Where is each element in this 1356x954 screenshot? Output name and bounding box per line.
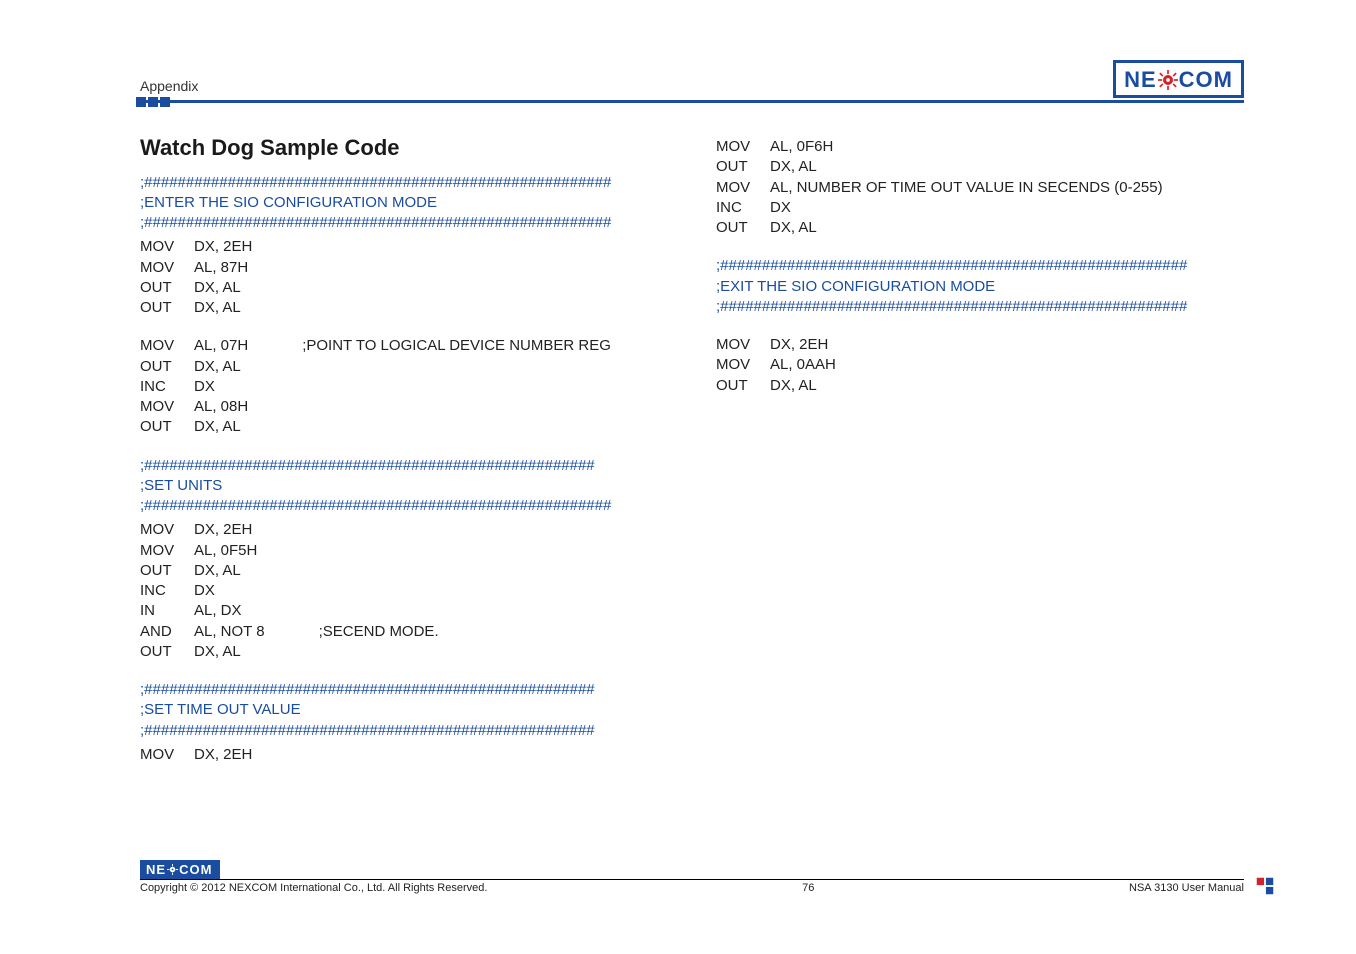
nexcom-logo-footer: NE COM [140,860,220,879]
code-line: OUTDX, AL [140,278,668,298]
code-line: INCDX [140,377,668,397]
footer: NE COM Copyright © 2012 NEXCOM Internati… [140,860,1244,895]
code-line: MOVAL, 0AAH [716,355,1244,375]
hash-line: ;#######################################… [140,721,668,741]
code-line: OUTDX, AL [716,157,1244,177]
code-block-2: MOVAL, 07H;POINT TO LOGICAL DEVICE NUMBE… [140,336,668,437]
page: Appendix NE COM [0,0,1356,954]
hash-line: ;#######################################… [140,213,668,233]
code-block-1: MOVDX, 2EH MOVAL, 87H OUTDX, AL OUTDX, A… [140,237,668,318]
manual-label: NSA 3130 User Manual [1129,882,1244,894]
corner-mark-icon [1254,875,1276,897]
code-line: INCDX [140,581,668,601]
footer-rule [140,879,1244,880]
code-line: MOVDX, 2EH [140,745,668,765]
nexcom-logo-top: NE COM [1113,60,1244,98]
code-line: MOVAL, 07H;POINT TO LOGICAL DEVICE NUMBE… [140,336,668,356]
appendix-label: Appendix [140,78,198,94]
copyright-text: Copyright © 2012 NEXCOM International Co… [140,882,487,894]
code-line: OUTDX, AL [140,298,668,318]
left-column: Watch Dog Sample Code ;#################… [140,133,668,783]
page-number: 76 [802,882,814,894]
gear-icon [1158,70,1178,90]
code-line: OUTDX, AL [140,642,668,662]
logo-com: COM [1179,67,1233,93]
code-line: ANDAL, NOT 8;SECEND MODE. [140,622,668,642]
section-units: ;SET UNITS [140,476,668,496]
code-line: OUTDX, AL [716,218,1244,238]
code-block-6: MOVDX, 2EH MOVAL, 0AAH OUTDX, AL [716,335,1244,396]
content: Watch Dog Sample Code ;#################… [140,133,1244,783]
code-line: OUTDX, AL [716,376,1244,396]
hash-line: ;#######################################… [140,680,668,700]
code-line: OUTDX, AL [140,417,668,437]
code-line: MOVDX, 2EH [140,237,668,257]
header: Appendix NE COM [140,60,1244,98]
code-block-5: MOVAL, 0F6H OUTDX, AL MOVAL, NUMBER OF T… [716,137,1244,238]
logo-ne: NE [146,862,166,877]
code-line: MOVAL, 08H [140,397,668,417]
section-title: Watch Dog Sample Code [140,133,668,163]
code-block-3: MOVDX, 2EH MOVAL, 0F5H OUTDX, AL INCDX I… [140,520,668,662]
hash-line: ;#######################################… [140,456,668,476]
right-column: MOVAL, 0F6H OUTDX, AL MOVAL, NUMBER OF T… [716,133,1244,783]
hash-line: ;#######################################… [140,173,668,193]
logo-com: COM [179,862,212,877]
hash-line: ;#######################################… [716,297,1244,317]
code-line: MOVDX, 2EH [716,335,1244,355]
section-enter: ;ENTER THE SIO CONFIGURATION MODE [140,193,668,213]
footer-row: Copyright © 2012 NEXCOM International Co… [140,882,1244,894]
gear-icon [167,864,178,875]
corner-mark [1254,875,1276,902]
code-line: MOVAL, 87H [140,258,668,278]
code-block-4: MOVDX, 2EH [140,745,668,765]
code-line: MOVAL, 0F6H [716,137,1244,157]
code-line: MOVAL, NUMBER OF TIME OUT VALUE IN SECEN… [716,178,1244,198]
code-line: MOVAL, 0F5H [140,541,668,561]
code-line: INCDX [716,198,1244,218]
section-exit: ;EXIT THE SIO CONFIGURATION MODE [716,277,1244,297]
logo-ne: NE [1124,67,1157,93]
hash-line: ;#######################################… [140,496,668,516]
code-line: INAL, DX [140,601,668,621]
section-timeout: ;SET TIME OUT VALUE [140,700,668,720]
header-rule [140,100,1244,103]
code-line: MOVDX, 2EH [140,520,668,540]
hash-line: ;#######################################… [716,256,1244,276]
header-rule-squares [136,97,170,107]
code-line: OUTDX, AL [140,357,668,377]
code-line: OUTDX, AL [140,561,668,581]
